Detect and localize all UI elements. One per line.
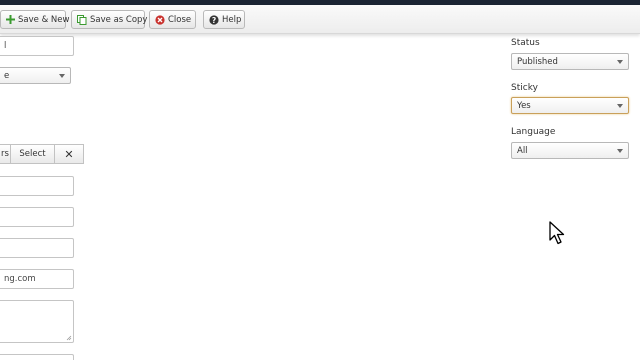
toolbar: Save & New Save as Copy Close ? Help — [0, 5, 640, 34]
status-select[interactable]: Published — [511, 53, 629, 70]
status-label: Status — [511, 38, 540, 48]
language-select-value: All — [517, 145, 528, 156]
close-button[interactable]: Close — [149, 10, 196, 29]
category-select-value: e — [4, 70, 10, 81]
user-select-group: rs Select ✕ — [0, 144, 84, 164]
save-as-copy-button[interactable]: Save as Copy — [71, 10, 148, 29]
user-select-partial-button[interactable]: rs — [0, 144, 10, 164]
svg-text:?: ? — [212, 15, 216, 24]
chevron-down-icon — [617, 60, 623, 64]
chevron-down-icon — [59, 74, 65, 78]
plus-icon — [6, 15, 15, 25]
website-field[interactable]: ng.com — [0, 269, 74, 289]
category-select[interactable]: e — [0, 67, 71, 84]
close-circle-icon — [155, 14, 165, 25]
text-field-2[interactable] — [0, 207, 74, 227]
status-select-value: Published — [517, 56, 558, 67]
close-label: Close — [168, 14, 192, 25]
title-field[interactable]: l — [0, 36, 74, 56]
text-field-1[interactable] — [0, 176, 74, 196]
sticky-select[interactable]: Yes — [511, 97, 629, 114]
chevron-down-icon — [617, 149, 623, 153]
mouse-pointer-icon — [549, 221, 565, 245]
sticky-label: Sticky — [511, 83, 538, 93]
user-select-button[interactable]: Select — [10, 144, 55, 164]
help-button[interactable]: ? Help — [203, 10, 245, 29]
clear-user-button[interactable]: ✕ — [55, 144, 84, 164]
save-new-label: Save & New — [18, 14, 70, 25]
copy-icon — [77, 14, 87, 25]
text-field-3[interactable] — [0, 238, 74, 258]
resize-grip-icon — [66, 335, 72, 341]
cropped-field[interactable] — [0, 354, 74, 360]
chevron-down-icon — [617, 104, 623, 108]
save-new-button[interactable]: Save & New — [0, 10, 70, 29]
help-label: Help — [222, 14, 242, 25]
textarea-field[interactable] — [0, 300, 74, 343]
save-as-copy-label: Save as Copy — [90, 14, 148, 25]
sticky-select-value: Yes — [517, 100, 531, 111]
help-circle-icon: ? — [209, 14, 219, 25]
language-select[interactable]: All — [511, 142, 629, 159]
language-label: Language — [511, 127, 556, 137]
